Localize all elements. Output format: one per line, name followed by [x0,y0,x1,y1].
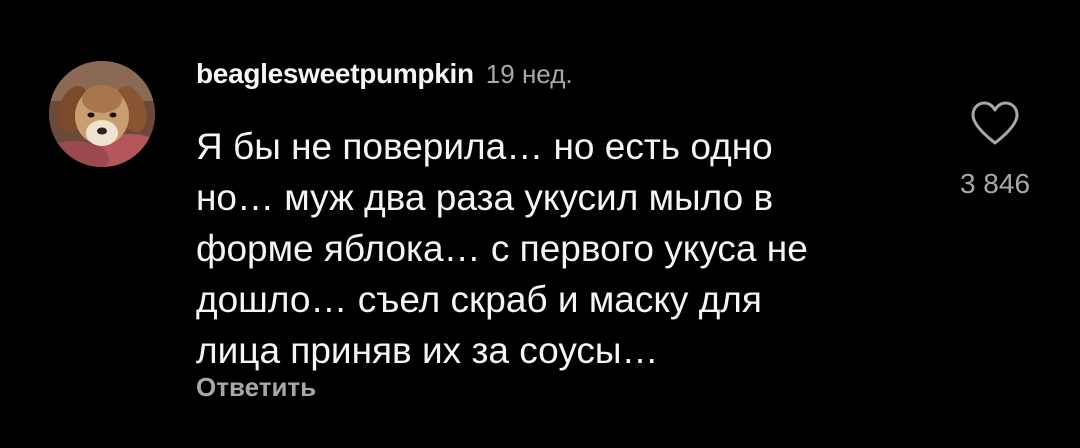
username-link[interactable]: beaglesweetpumpkin [196,58,474,90]
comment-text-line: Я бы не поверила… но есть одно [196,126,773,167]
comment-text-line: дошло… съел скраб и маску для [196,279,762,320]
comment-header: beaglesweetpumpkin 19 нед. [196,58,573,98]
reply-button[interactable]: Ответить [196,372,316,403]
comment-time: 19 нед. [485,59,573,89]
comment-text-line: лица приняв их за соусы… [196,330,659,371]
comment-item: beaglesweetpumpkin 19 нед. Я бы не повер… [0,0,1080,448]
user-avatar[interactable] [49,61,155,167]
heart-icon[interactable] [970,100,1020,146]
comment-text-line: но… муж два раза укусил мыло в [196,177,774,218]
like-count: 3 846 [959,168,1031,199]
dog-avatar-icon [49,61,155,167]
comment-text: Я бы не поверила… но есть одно но… муж д… [196,121,886,376]
like-area: 3 846 [940,100,1050,200]
comment-text-line: форме яблока… с первого укуса не [196,228,808,269]
